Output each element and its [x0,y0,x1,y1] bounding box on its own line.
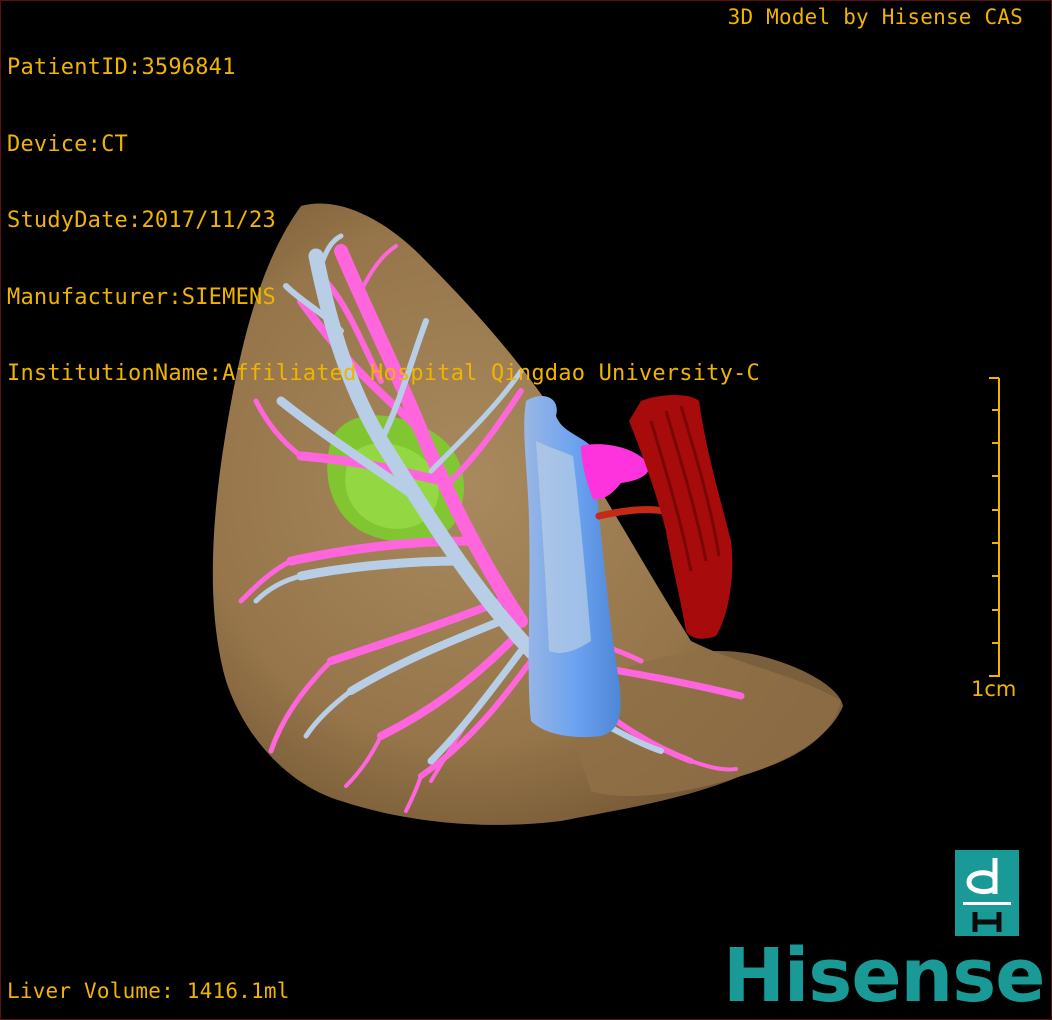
dh-mark-icon [955,850,1019,936]
study-info-panel: PatientID:3596841 Device:CT StudyDate:20… [7,4,760,438]
3d-viewport[interactable]: PatientID:3596841 Device:CT StudyDate:20… [0,0,1052,1020]
scale-ruler [989,377,1000,677]
study-date: StudyDate:2017/11/23 [7,208,276,233]
liver-volume: Liver Volume: 1416.1ml [7,979,290,1003]
device: Device:CT [7,131,129,157]
gallbladder-structure [581,444,650,500]
hisense-logo: Hisense [723,933,1045,1019]
manufacturer: Manufacturer:SIEMENS [7,284,276,310]
artery-connector [595,506,675,520]
scale-label: 1cm [971,677,1017,701]
institution-name: InstitutionName:Affiliated Hospital Qing… [7,361,760,386]
model-credit: 3D Model by Hisense CAS [727,5,1023,29]
patient-id: PatientID:3596841 [7,55,236,80]
